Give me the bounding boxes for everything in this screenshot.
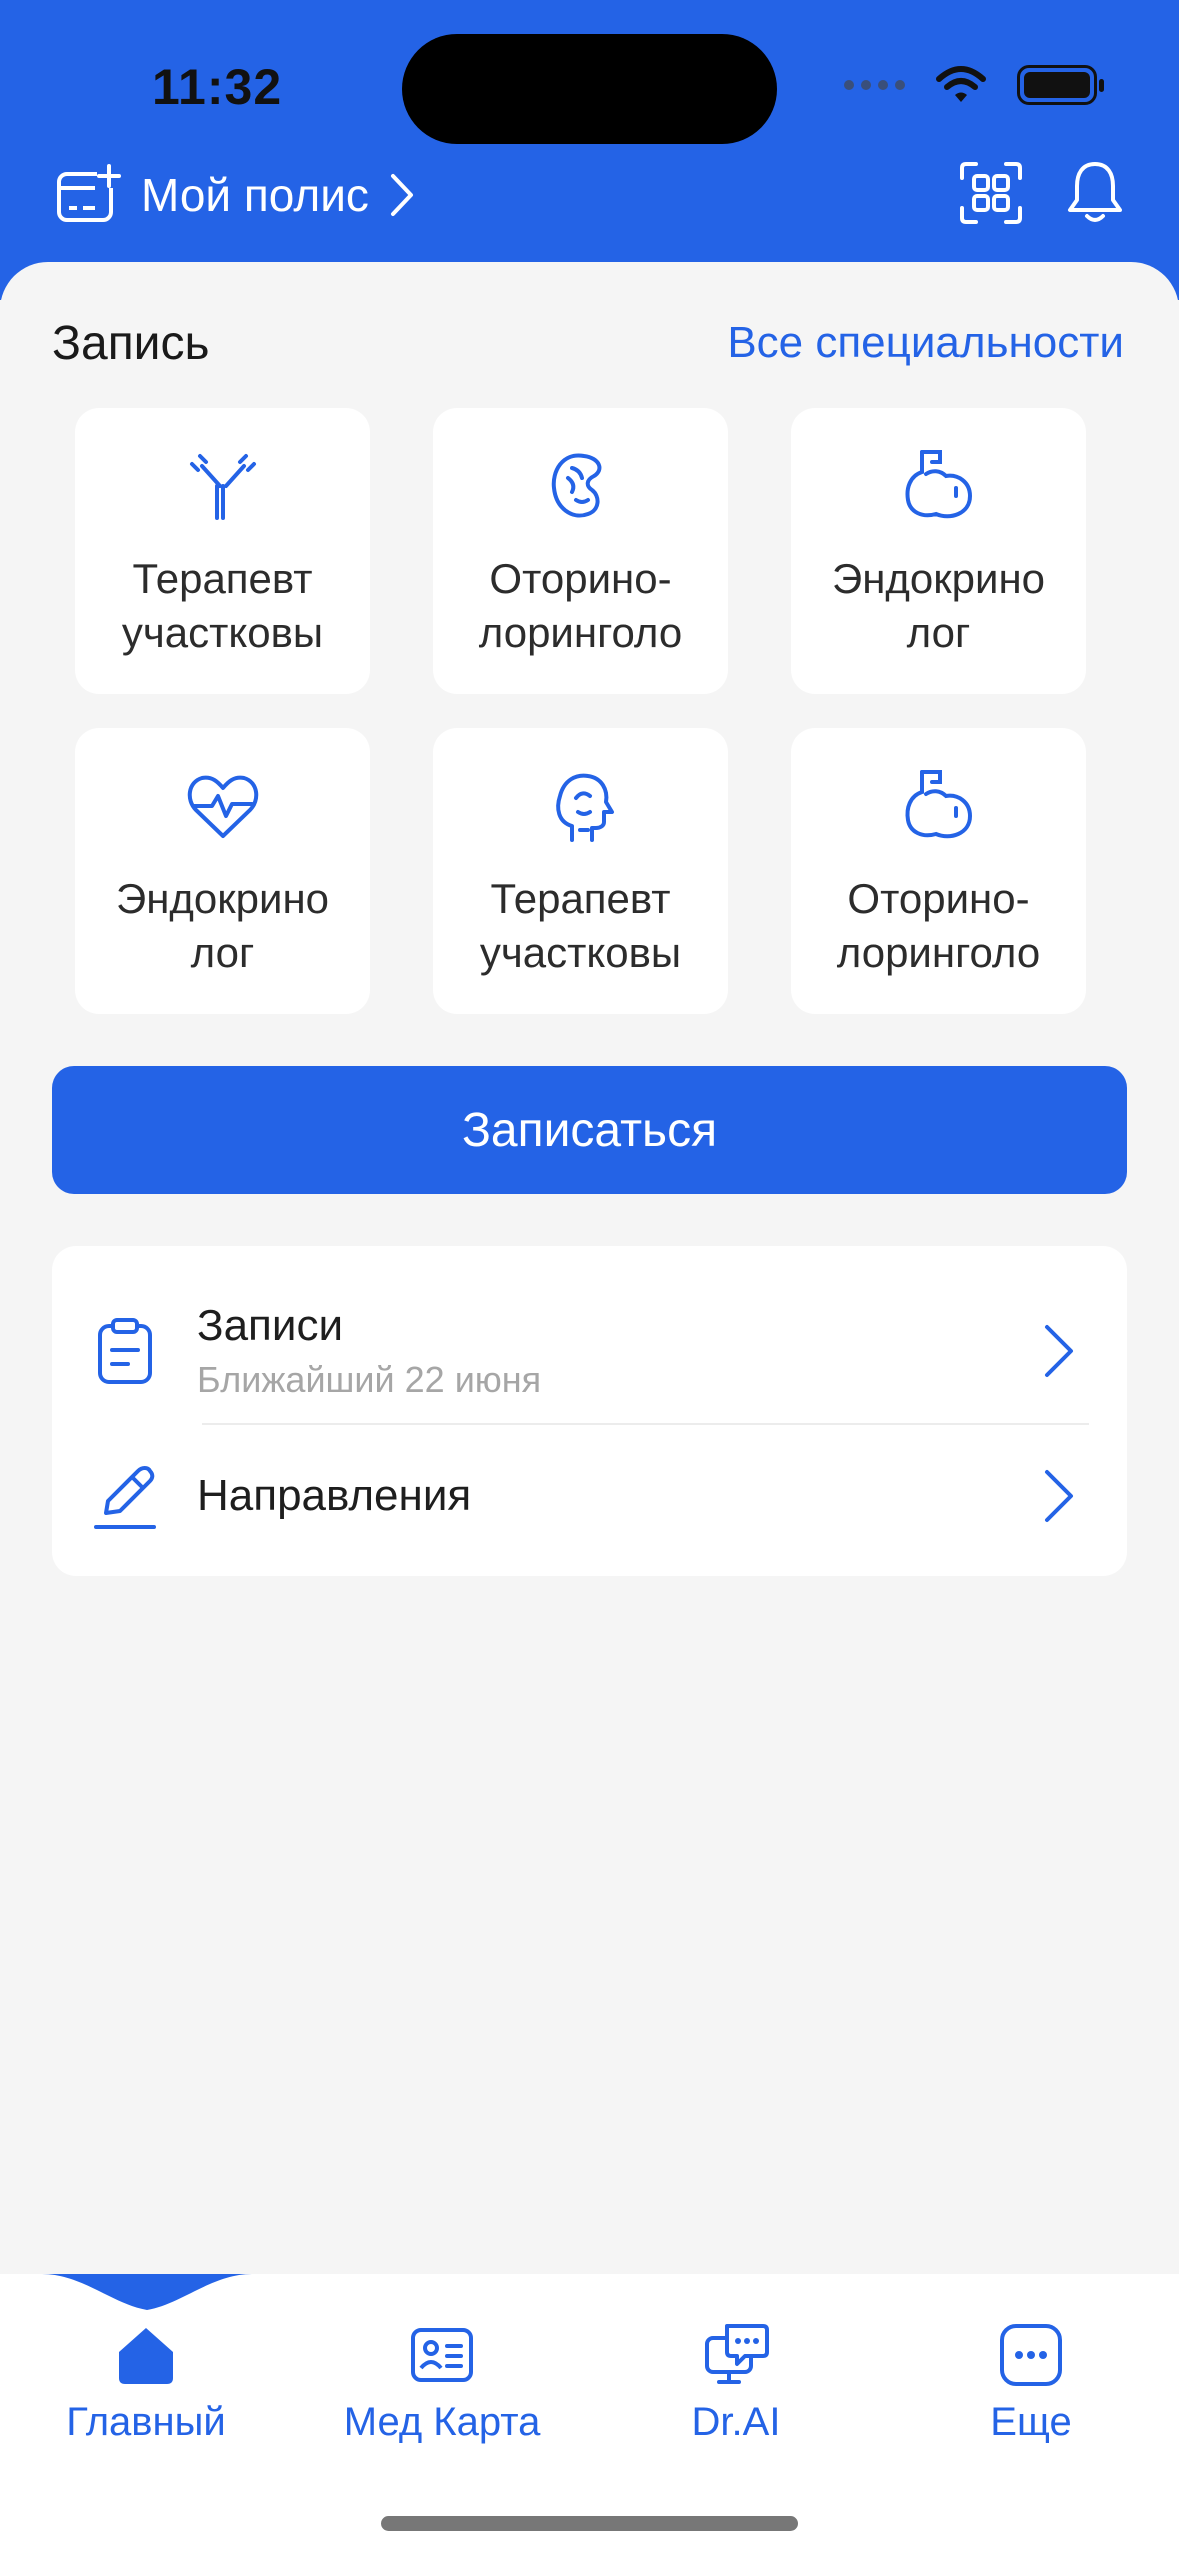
- stomach-icon: [905, 450, 972, 519]
- dynamic-island: [402, 34, 777, 144]
- referrals-text: Направления: [197, 1471, 471, 1521]
- section-title: Запись: [52, 317, 210, 370]
- tile-label: Терапевт участковы: [479, 875, 682, 976]
- antibody-icon: [189, 454, 256, 520]
- specialty-tile[interactable]: Эндокрино лог: [791, 408, 1086, 694]
- tile-label: Эндокрино лог: [832, 555, 1045, 656]
- all-specialties-link[interactable]: Все специальности: [727, 318, 1124, 368]
- specialty-tile[interactable]: Терапевт участковы: [75, 408, 370, 694]
- records-list: Записи Ближайший 22 июня Направления: [52, 1246, 1127, 1576]
- active-tab-indicator: [42, 2274, 252, 2310]
- chevron-right-icon: [1045, 1325, 1073, 1377]
- tab-label: Dr.AI: [691, 2400, 781, 2444]
- tab-label: Главный: [66, 2400, 226, 2444]
- screen: 11:32 Мой полис Запись Все специальности…: [0, 0, 1179, 2556]
- more-icon: [1000, 2324, 1062, 2386]
- wifi-icon: [936, 66, 986, 102]
- book-button[interactable]: Записаться: [52, 1066, 1127, 1194]
- specialty-tile[interactable]: Эндокрино лог: [75, 728, 370, 1014]
- tab-label: Еще: [990, 2400, 1072, 2444]
- tile-label: Терапевт участковы: [121, 555, 324, 656]
- cellular-signal-icon: [844, 80, 905, 90]
- tab-home[interactable]: Главный: [31, 2322, 261, 2445]
- status-time: 11:32: [152, 59, 283, 115]
- tab-medical-card[interactable]: Мед Карта: [327, 2322, 557, 2445]
- clipboard-icon: [98, 1318, 152, 1384]
- tile-label: Оторино- лоринголо: [478, 555, 683, 656]
- header-actions: [958, 160, 1124, 226]
- kidney-icon: [551, 453, 601, 518]
- referrals-title: Направления: [197, 1471, 472, 1520]
- chat-monitor-icon: [705, 2324, 769, 2384]
- tile-label: Эндокрино лог: [116, 875, 329, 976]
- id-card-icon: [411, 2328, 473, 2382]
- tab-dr-ai[interactable]: Dr.AI: [621, 2322, 851, 2445]
- home-icon: [119, 2328, 173, 2384]
- referrals-row[interactable]: Направления: [52, 1426, 1127, 1566]
- specialty-tile[interactable]: Оторино- лоринголо: [791, 728, 1086, 1014]
- battery-icon: [1017, 65, 1104, 105]
- policy-button[interactable]: Мой полис: [55, 160, 415, 230]
- specialty-tile[interactable]: Терапевт участковы: [433, 728, 728, 1014]
- qr-scan-icon[interactable]: [958, 160, 1024, 226]
- list-divider: [202, 1423, 1089, 1425]
- tab-label: Мед Карта: [343, 2400, 541, 2444]
- appointments-row[interactable]: Записи Ближайший 22 июня: [52, 1276, 1127, 1426]
- appointments-subtitle: Ближайший 22 июня: [197, 1359, 542, 1400]
- appointments-title: Записи: [197, 1301, 344, 1350]
- chevron-right-icon: [1045, 1470, 1073, 1522]
- specialty-tile[interactable]: Оторино- лоринголо: [433, 408, 728, 694]
- chevron-right-icon: [390, 174, 413, 216]
- bell-icon[interactable]: [1066, 160, 1124, 226]
- stomach-icon: [905, 770, 972, 839]
- home-indicator: [381, 2516, 798, 2531]
- pencil-icon: [94, 1466, 156, 1529]
- head-profile-icon: [555, 773, 614, 842]
- policy-label: Мой полис: [141, 169, 369, 221]
- add-card-icon: [57, 164, 121, 222]
- tab-more[interactable]: Еще: [916, 2322, 1146, 2445]
- appointments-text: Записи Ближайший 22 июня: [197, 1301, 541, 1401]
- tile-label: Оторино- лоринголо: [836, 875, 1041, 976]
- specialty-grid: Терапевт участковы Оторино- лоринголо Эн…: [75, 408, 1087, 1014]
- heart-pulse-icon: [187, 775, 258, 838]
- status-icons: [844, 60, 1104, 110]
